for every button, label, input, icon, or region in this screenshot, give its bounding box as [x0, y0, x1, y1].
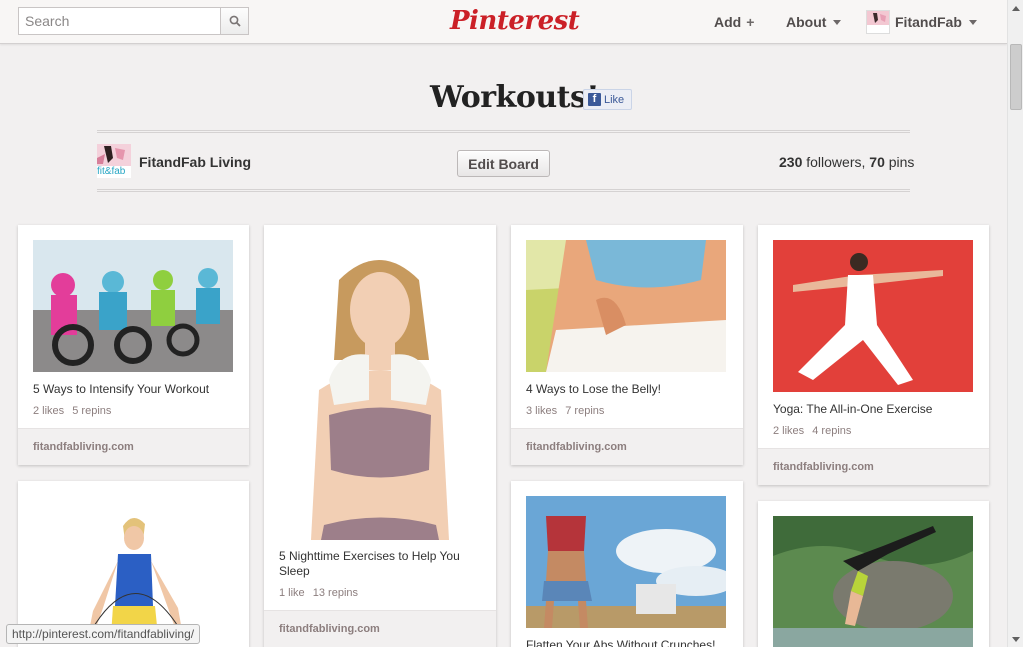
board-stats: 230 followers, 70 pins	[779, 154, 914, 170]
pins-count: 70	[869, 154, 885, 170]
pin-repins[interactable]: 5 repins	[72, 405, 111, 417]
user-menu-label: FitandFab	[895, 14, 962, 30]
pin-image[interactable]	[279, 240, 481, 540]
edit-board-button[interactable]: Edit Board	[457, 150, 550, 177]
followers-label: followers,	[806, 154, 866, 170]
scroll-down-button[interactable]	[1008, 631, 1023, 647]
facebook-icon: f	[588, 93, 601, 106]
add-menu[interactable]: Add +	[714, 13, 754, 31]
about-menu-label: About	[786, 14, 827, 30]
pin-image[interactable]	[526, 240, 726, 372]
pin-likes[interactable]: 1 like	[279, 587, 305, 599]
pin-image[interactable]	[526, 496, 726, 628]
pin-repins[interactable]: 13 repins	[313, 587, 358, 599]
pin-source[interactable]: fitandfabliving.com	[773, 461, 874, 473]
arrow-down-icon	[1012, 636, 1020, 642]
pins-label: pins	[888, 154, 915, 170]
about-menu[interactable]: About	[786, 13, 842, 31]
top-navigation-bar: Pinterest Add + About FitandFab	[0, 0, 1007, 44]
pin-image[interactable]	[33, 240, 233, 372]
pin-card[interactable]: Yoga: The All-in-One Exercise 2 likes 4 …	[758, 225, 989, 485]
add-menu-label: Add	[714, 14, 742, 30]
pin-source[interactable]: fitandfabliving.com	[526, 441, 627, 453]
search-box	[18, 7, 249, 35]
facebook-like-label: Like	[604, 93, 625, 106]
owner-avatar-caption: fit&fab	[97, 166, 126, 177]
search-icon	[229, 15, 241, 27]
facebook-like-button[interactable]: f Like	[583, 89, 632, 110]
status-bar-url: http://pinterest.com/fitandfabliving/	[6, 624, 201, 644]
pin-card[interactable]: 5 Nighttime Exercises to Help You Sleep …	[264, 225, 496, 647]
pin-stats: 2 likes 4 repins	[773, 425, 851, 437]
user-avatar	[866, 10, 890, 34]
scroll-up-button[interactable]	[1008, 0, 1023, 16]
pinterest-logo[interactable]: Pinterest	[450, 4, 580, 38]
owner-avatar[interactable]: fit&fab	[97, 144, 131, 178]
user-menu[interactable]: FitandFab	[866, 10, 977, 34]
pin-card[interactable]: Flatten Your Abs Without Crunches!	[511, 481, 743, 647]
arrow-up-icon	[1012, 5, 1020, 11]
pin-card[interactable]: 4 Ways to Lose the Belly! 3 likes 7 repi…	[511, 225, 743, 465]
pin-repins[interactable]: 4 repins	[812, 425, 851, 437]
pin-likes[interactable]: 2 likes	[773, 425, 804, 437]
pin-stats: 2 likes 5 repins	[33, 405, 111, 417]
pin-image[interactable]	[773, 516, 973, 647]
pin-description[interactable]: Yoga: The All-in-One Exercise	[773, 402, 973, 417]
divider	[97, 130, 910, 133]
pin-card[interactable]	[758, 501, 989, 647]
pin-repins[interactable]: 7 repins	[565, 405, 604, 417]
board-title: Workouts!	[430, 80, 600, 115]
followers-count[interactable]: 230	[779, 154, 802, 170]
pin-footer: fitandfabliving.com	[511, 428, 743, 465]
pin-description[interactable]: Flatten Your Abs Without Crunches!	[526, 638, 726, 647]
search-input[interactable]	[18, 7, 221, 35]
pin-footer: fitandfabliving.com	[18, 428, 249, 465]
chevron-down-icon	[968, 19, 977, 25]
search-button[interactable]	[220, 7, 249, 35]
chevron-down-icon	[833, 19, 842, 25]
pin-source[interactable]: fitandfabliving.com	[279, 623, 380, 635]
pin-footer: fitandfabliving.com	[758, 448, 989, 485]
pin-source[interactable]: fitandfabliving.com	[33, 441, 134, 453]
pin-stats: 1 like 13 repins	[279, 587, 358, 599]
pin-description[interactable]: 5 Ways to Intensify Your Workout	[33, 382, 233, 397]
vertical-scrollbar[interactable]	[1007, 0, 1023, 647]
board-owner-name[interactable]: FitandFab Living	[139, 154, 251, 170]
pin-footer: fitandfabliving.com	[264, 610, 496, 647]
pin-description[interactable]: 4 Ways to Lose the Belly!	[526, 382, 726, 397]
pin-likes[interactable]: 3 likes	[526, 405, 557, 417]
pin-card[interactable]	[18, 481, 249, 647]
pin-card[interactable]: 5 Ways to Intensify Your Workout 2 likes…	[18, 225, 249, 465]
scrollbar-thumb[interactable]	[1010, 44, 1022, 110]
pin-likes[interactable]: 2 likes	[33, 405, 64, 417]
pin-image[interactable]	[773, 240, 973, 392]
plus-icon: +	[746, 14, 755, 30]
pin-description[interactable]: 5 Nighttime Exercises to Help You Sleep	[279, 549, 479, 579]
divider	[97, 189, 910, 192]
pin-stats: 3 likes 7 repins	[526, 405, 604, 417]
